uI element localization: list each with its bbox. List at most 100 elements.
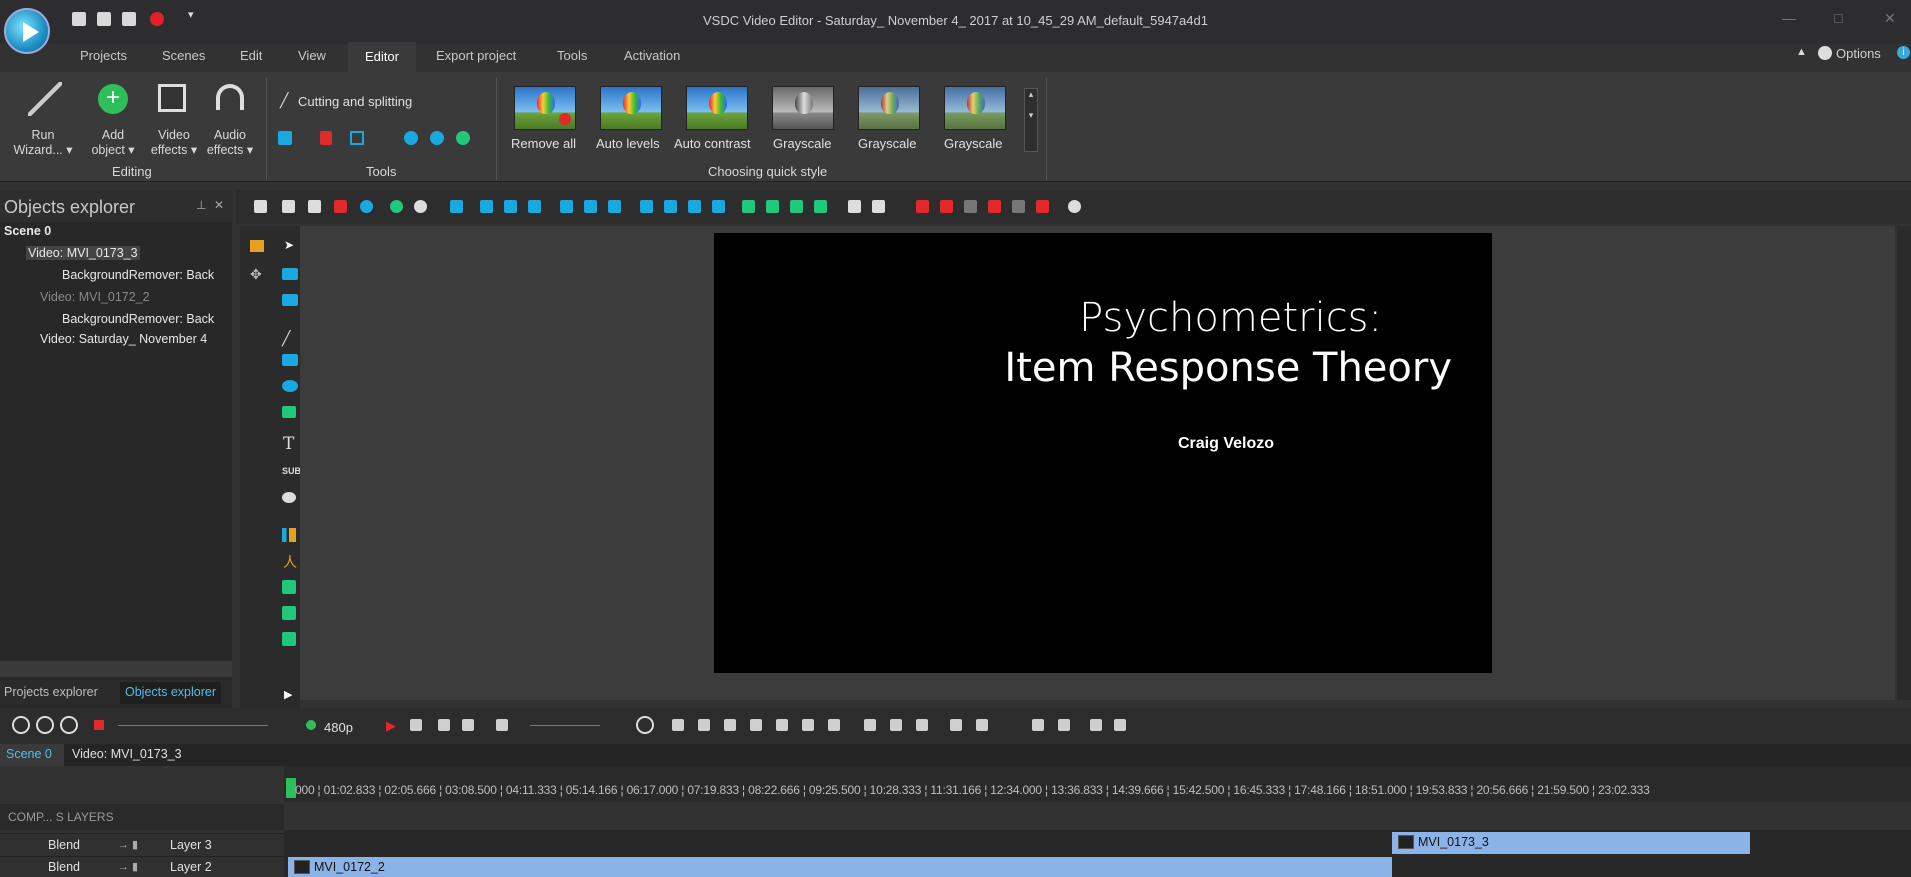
- collapse-ribbon-icon[interactable]: ▲: [1796, 46, 1807, 58]
- quick-style-scroll[interactable]: ▴ ▾: [1024, 88, 1038, 152]
- expand-arrow-icon[interactable]: ▶: [284, 688, 292, 701]
- menu-editor[interactable]: Editor: [348, 42, 416, 72]
- next-frame-icon[interactable]: [776, 719, 788, 731]
- prev-frame-icon[interactable]: [724, 719, 736, 731]
- audio-effects-button[interactable]: Audio effects ▾: [202, 128, 258, 158]
- fast-forward-icon[interactable]: [802, 719, 814, 731]
- quick-style-label[interactable]: Grayscale: [773, 136, 832, 151]
- move-down-icon[interactable]: [766, 200, 779, 213]
- layer-blend-mode[interactable]: Blend: [48, 860, 80, 874]
- info-icon[interactable]: i: [1897, 46, 1910, 59]
- tab-scene-0[interactable]: Scene 0: [0, 744, 64, 766]
- cut-marker-icon[interactable]: [864, 719, 876, 731]
- align-icon[interactable]: [450, 200, 463, 213]
- tab-projects-explorer[interactable]: Projects explorer: [4, 685, 98, 699]
- line-tool-icon[interactable]: ╱: [282, 330, 290, 347]
- copy-icon[interactable]: [282, 200, 295, 213]
- ungroup-icon[interactable]: [872, 200, 885, 213]
- align-icon[interactable]: [608, 200, 621, 213]
- move-up-icon[interactable]: [742, 200, 755, 213]
- grayscale-style-thumb[interactable]: [772, 86, 834, 130]
- select-icon[interactable]: [360, 200, 373, 213]
- layer-row[interactable]: Blend → ▮ Layer 3: [0, 833, 284, 856]
- tree-effect[interactable]: BackgroundRemover: Back: [62, 312, 214, 326]
- tree-scene[interactable]: Scene 0: [4, 224, 51, 238]
- auto-contrast-style-thumb[interactable]: [686, 86, 748, 130]
- options-button[interactable]: Options: [1836, 46, 1881, 61]
- volume-slider[interactable]: [530, 725, 600, 726]
- playback-control-icon[interactable]: [410, 719, 422, 731]
- quick-style-label[interactable]: Grayscale: [858, 136, 917, 151]
- run-wizard-button[interactable]: Run Wizard... ▾: [8, 128, 78, 158]
- split-tool-icon[interactable]: [278, 131, 292, 145]
- snap-icon[interactable]: [1032, 719, 1044, 731]
- zoom-out-icon[interactable]: [36, 716, 54, 734]
- horizontal-scrollbar[interactable]: [0, 661, 232, 677]
- text-tool-icon[interactable]: T: [283, 434, 294, 454]
- audio-tool-icon[interactable]: [282, 606, 296, 620]
- timeline-clip[interactable]: MVI_0173_3: [1392, 832, 1750, 854]
- layout-icon[interactable]: [964, 200, 977, 213]
- cut-icon[interactable]: [254, 200, 267, 213]
- layout-icon[interactable]: [1012, 200, 1025, 213]
- tree-video-object[interactable]: Video: MVI_0172_2: [40, 290, 150, 304]
- layer-row[interactable]: Blend → ▮ Layer 2: [0, 856, 284, 877]
- video-clip-tool-icon[interactable]: [282, 632, 296, 646]
- zoom-in-icon[interactable]: [12, 716, 30, 734]
- align-icon[interactable]: [560, 200, 573, 213]
- resolution-select[interactable]: 480p: [324, 720, 353, 735]
- marker-icon[interactable]: [950, 719, 962, 731]
- undo-icon[interactable]: [390, 200, 403, 213]
- play-icon[interactable]: ▶: [386, 718, 396, 734]
- tree-effect[interactable]: BackgroundRemover: Back: [62, 268, 214, 282]
- distribute-icon[interactable]: [664, 200, 677, 213]
- video-tool-icon[interactable]: [282, 268, 298, 280]
- group-icon[interactable]: [848, 200, 861, 213]
- rewind-icon[interactable]: [698, 719, 710, 731]
- chart-object-icon[interactable]: [282, 528, 296, 542]
- align-icon[interactable]: [504, 200, 517, 213]
- layer-blend-mode[interactable]: Blend: [48, 838, 80, 852]
- pin-icon[interactable]: ⊥: [196, 198, 206, 212]
- image-tool-icon[interactable]: [282, 580, 296, 594]
- layout-icon[interactable]: [988, 200, 1001, 213]
- align-icon[interactable]: [528, 200, 541, 213]
- loop-icon[interactable]: [462, 719, 474, 731]
- menu-view[interactable]: View: [298, 48, 326, 63]
- volume-icon[interactable]: [496, 719, 508, 731]
- chart-tool-icon[interactable]: [250, 240, 264, 252]
- distribute-icon[interactable]: [688, 200, 701, 213]
- redo-icon[interactable]: [414, 200, 427, 213]
- menu-tools[interactable]: Tools: [557, 48, 587, 63]
- stop-icon[interactable]: [750, 719, 762, 731]
- tab-video-object[interactable]: Video: MVI_0173_3: [72, 747, 182, 761]
- subtitle-tool-icon[interactable]: SUB: [282, 466, 301, 476]
- rectangle-tool-icon[interactable]: [282, 354, 298, 366]
- cut-marker-icon[interactable]: [916, 719, 928, 731]
- grayscale-style-thumb[interactable]: [858, 86, 920, 130]
- rotate-90-icon[interactable]: [404, 131, 418, 145]
- speech-bubble-icon[interactable]: [282, 492, 296, 503]
- menu-projects[interactable]: Projects: [80, 48, 127, 63]
- tree-video-object[interactable]: Video: Saturday_ November 4: [40, 332, 207, 346]
- pointer-tool-icon[interactable]: ➤: [284, 238, 294, 252]
- delete-icon[interactable]: [334, 200, 347, 213]
- menu-scenes[interactable]: Scenes: [162, 48, 205, 63]
- zoom-100-icon[interactable]: [60, 716, 78, 734]
- video-effects-button[interactable]: Video effects ▾: [146, 128, 202, 158]
- grayscale-style-thumb[interactable]: [944, 86, 1006, 130]
- crop-tool-icon[interactable]: [350, 131, 364, 145]
- layer-visibility-icon[interactable]: → ▮: [118, 860, 138, 873]
- layer-visibility-icon[interactable]: → ▮: [118, 838, 138, 851]
- paste-icon[interactable]: [308, 200, 321, 213]
- move-tool-icon[interactable]: ✥: [250, 266, 262, 283]
- move-bottom-icon[interactable]: [814, 200, 827, 213]
- split-audio-icon[interactable]: [1090, 719, 1102, 731]
- cutting-and-splitting-button[interactable]: Cutting and splitting: [298, 94, 412, 109]
- quick-style-label[interactable]: Remove all: [511, 136, 576, 151]
- menu-activation[interactable]: Activation: [624, 48, 680, 63]
- video-preview-canvas[interactable]: Psychometrics: Item Response Theory Crai…: [714, 233, 1492, 673]
- trim-tool-icon[interactable]: [320, 131, 332, 145]
- settings-gear-icon[interactable]: [1068, 200, 1081, 213]
- snap-icon[interactable]: [1058, 719, 1070, 731]
